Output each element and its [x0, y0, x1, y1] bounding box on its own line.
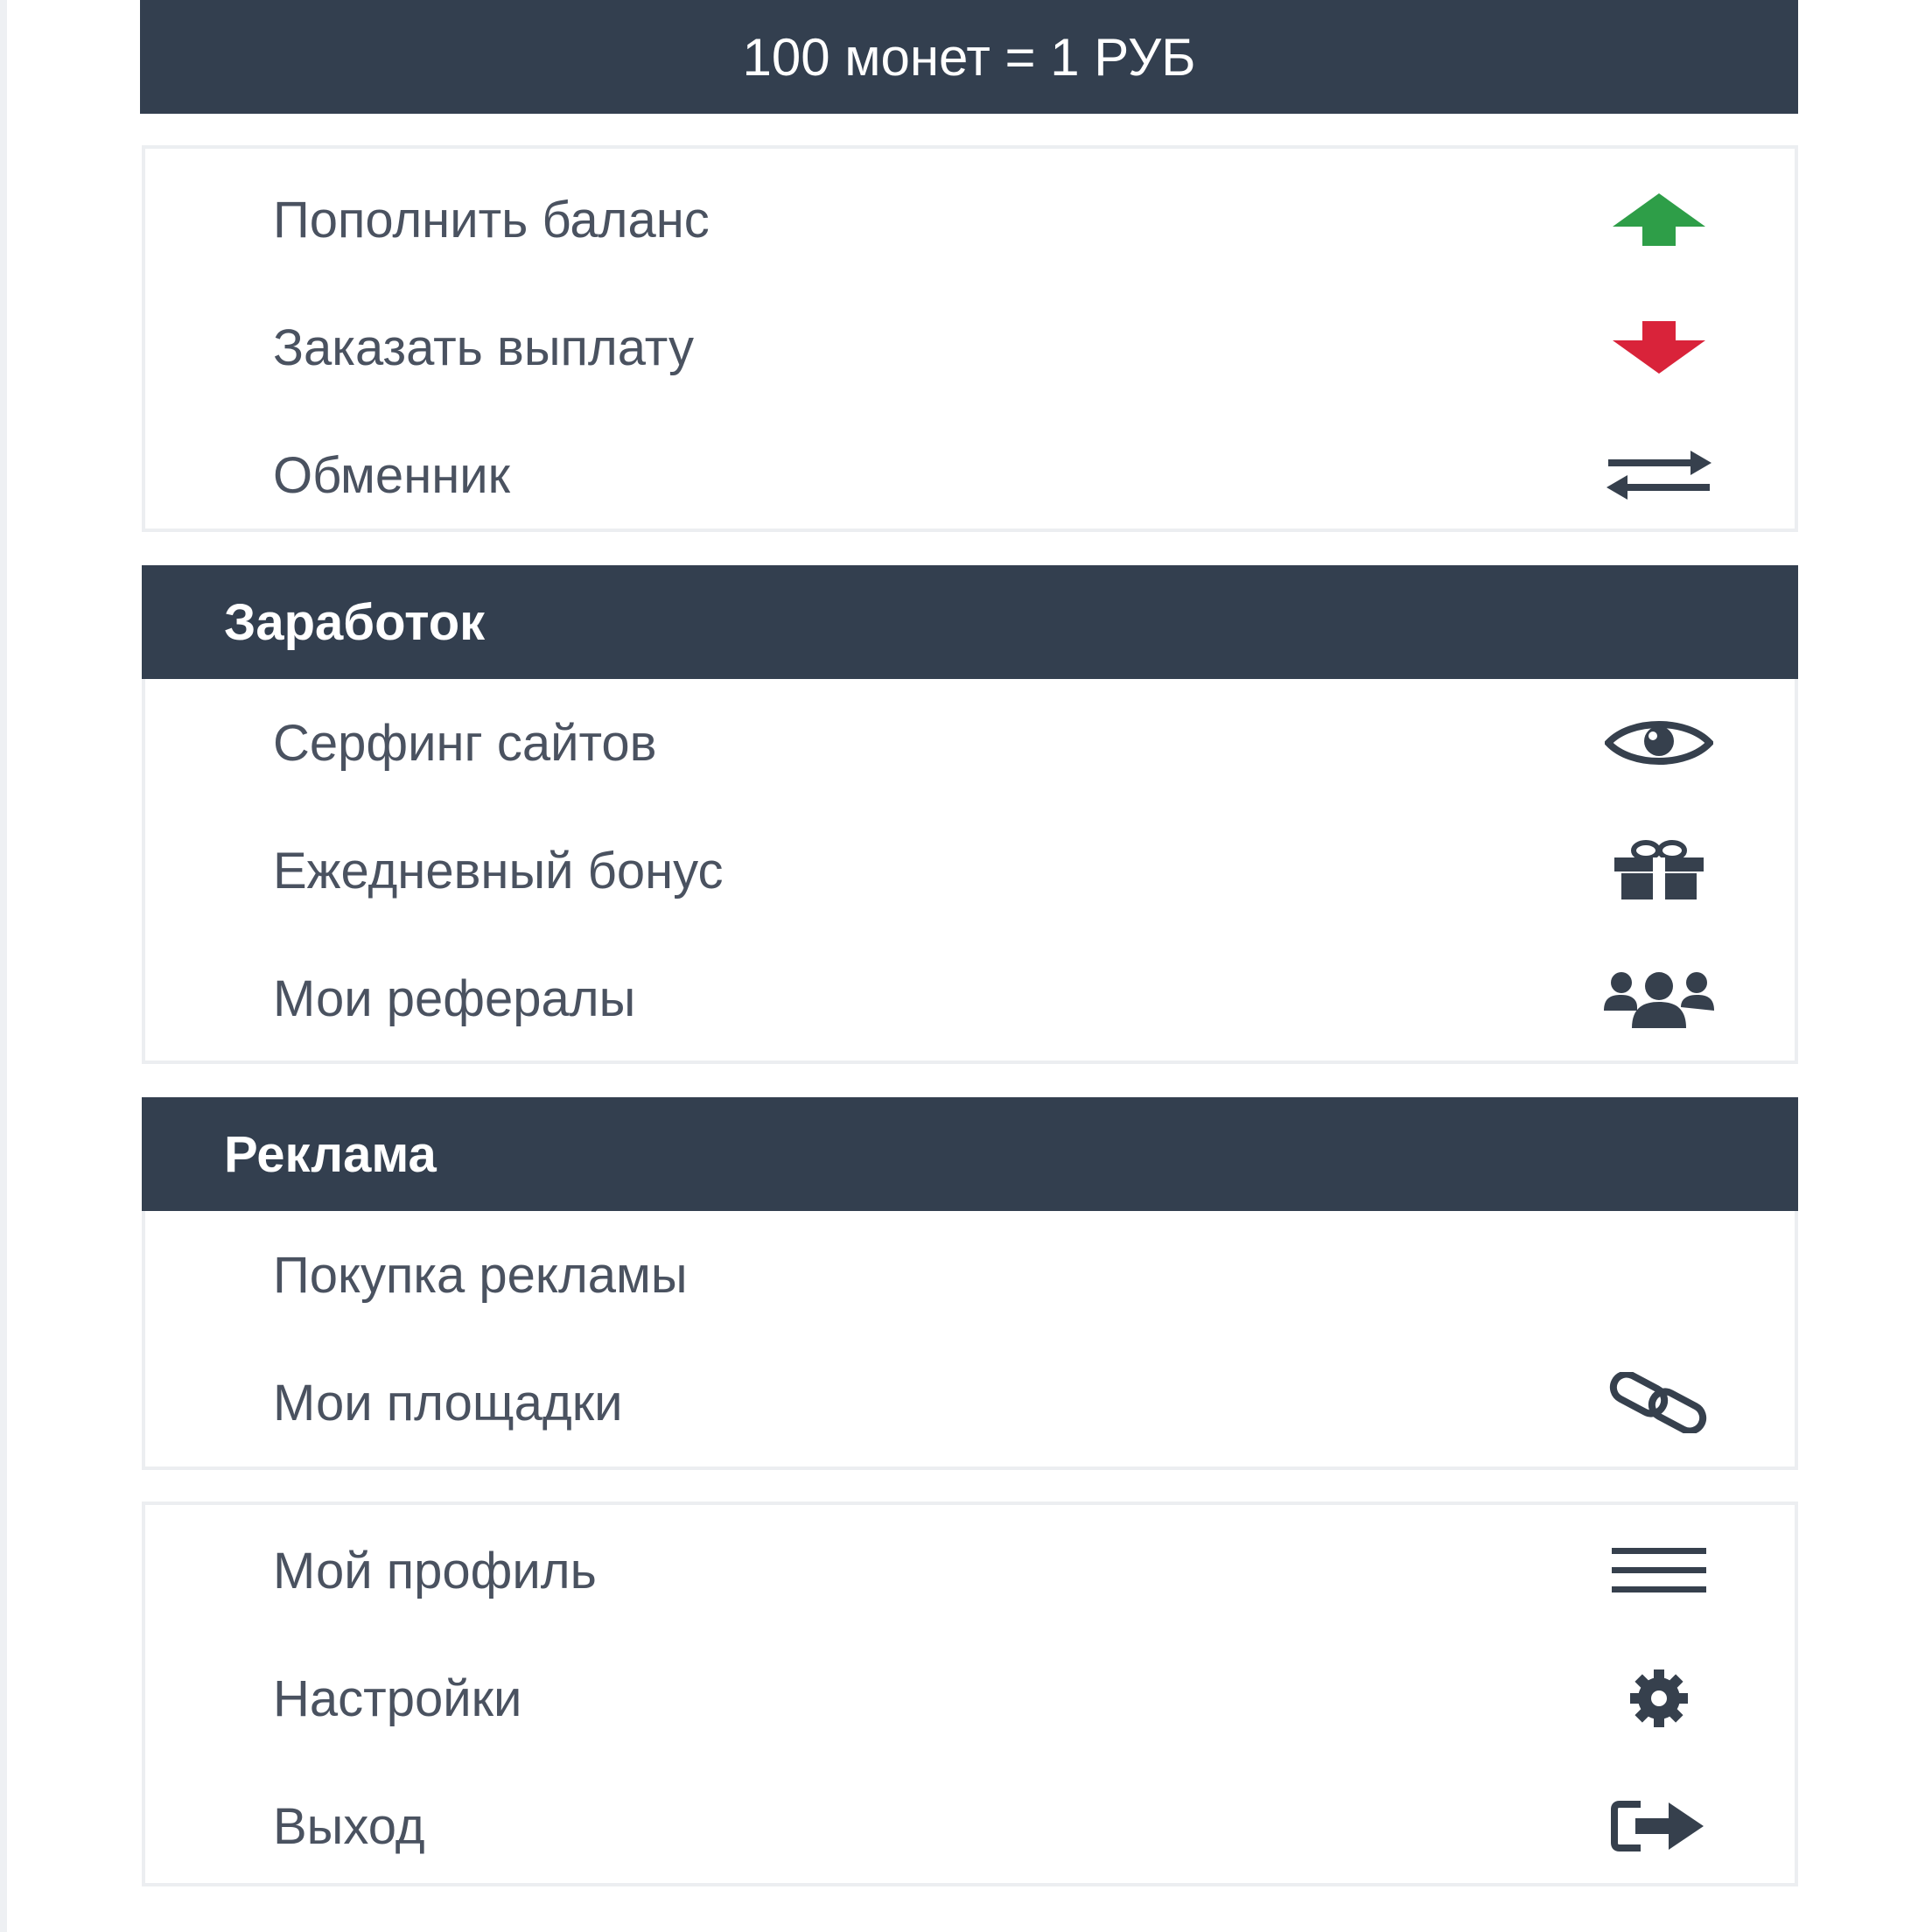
menu-item-top-up[interactable]: Пополнить баланс — [145, 156, 1795, 284]
menu-item-label: Пополнить баланс — [273, 191, 710, 248]
menu-item-label: Мои площадки — [273, 1374, 623, 1432]
menu-item-label: Ежедневный бонус — [273, 842, 724, 900]
menu-item-settings[interactable]: Настройки — [145, 1634, 1795, 1762]
menu-item-withdraw[interactable]: Заказать выплату — [145, 284, 1795, 411]
earnings-panel: Заработок Серфинг сайтов Ежедневный бону… — [142, 565, 1798, 1064]
menu-item-label: Мой профиль — [273, 1542, 597, 1600]
arrow-down-icon — [1602, 308, 1716, 387]
menu-item-daily-bonus[interactable]: Ежедневный бонус — [145, 807, 1795, 934]
exchange-rate-text: 100 монет = 1 РУБ — [742, 27, 1196, 87]
ads-panel-header: Реклама — [142, 1097, 1798, 1211]
menu-item-buy-ads[interactable]: Покупка рекламы — [145, 1211, 1795, 1339]
arrow-up-icon — [1602, 180, 1716, 259]
menu-item-referrals[interactable]: Мои рефералы — [145, 934, 1795, 1062]
menu-item-label: Серфинг сайтов — [273, 714, 657, 772]
empty-icon-slot — [1602, 1236, 1716, 1314]
eye-icon — [1602, 704, 1716, 782]
gift-icon — [1602, 831, 1716, 910]
exchange-icon — [1602, 436, 1716, 514]
menu-item-surfing[interactable]: Серфинг сайтов — [145, 679, 1795, 807]
menu-item-label: Покупка рекламы — [273, 1246, 688, 1304]
account-panel: Мой профиль Настройки Выход — [142, 1502, 1798, 1886]
left-divider — [0, 0, 7, 1932]
menu-item-my-platforms[interactable]: Мои площадки — [145, 1339, 1795, 1466]
earnings-panel-header: Заработок — [142, 565, 1798, 679]
sidebar-page: 100 монет = 1 РУБ Пополнить баланс Заказ… — [0, 0, 1932, 1932]
menu-item-label: Выход — [273, 1797, 425, 1855]
menu-item-logout[interactable]: Выход — [145, 1762, 1795, 1890]
users-icon — [1602, 959, 1716, 1038]
sign-out-icon — [1602, 1787, 1716, 1866]
menu-item-label: Мои рефералы — [273, 970, 636, 1027]
panel-title: Заработок — [224, 593, 486, 651]
menu-item-profile[interactable]: Мой профиль — [145, 1507, 1795, 1634]
balance-panel: Пополнить баланс Заказать выплату Обменн… — [142, 145, 1798, 532]
menu-item-label: Заказать выплату — [273, 318, 694, 376]
exchange-rate-bar: 100 монет = 1 РУБ — [140, 0, 1798, 114]
gear-icon — [1602, 1659, 1716, 1738]
ads-panel: Реклама Покупка рекламы Мои площадки — [142, 1097, 1798, 1470]
link-icon — [1602, 1363, 1716, 1442]
menu-item-exchanger[interactable]: Обменник — [145, 411, 1795, 539]
menu-bars-icon — [1602, 1531, 1716, 1610]
menu-item-label: Обменник — [273, 446, 511, 504]
menu-item-label: Настройки — [273, 1670, 522, 1727]
panel-title: Реклама — [224, 1125, 437, 1183]
